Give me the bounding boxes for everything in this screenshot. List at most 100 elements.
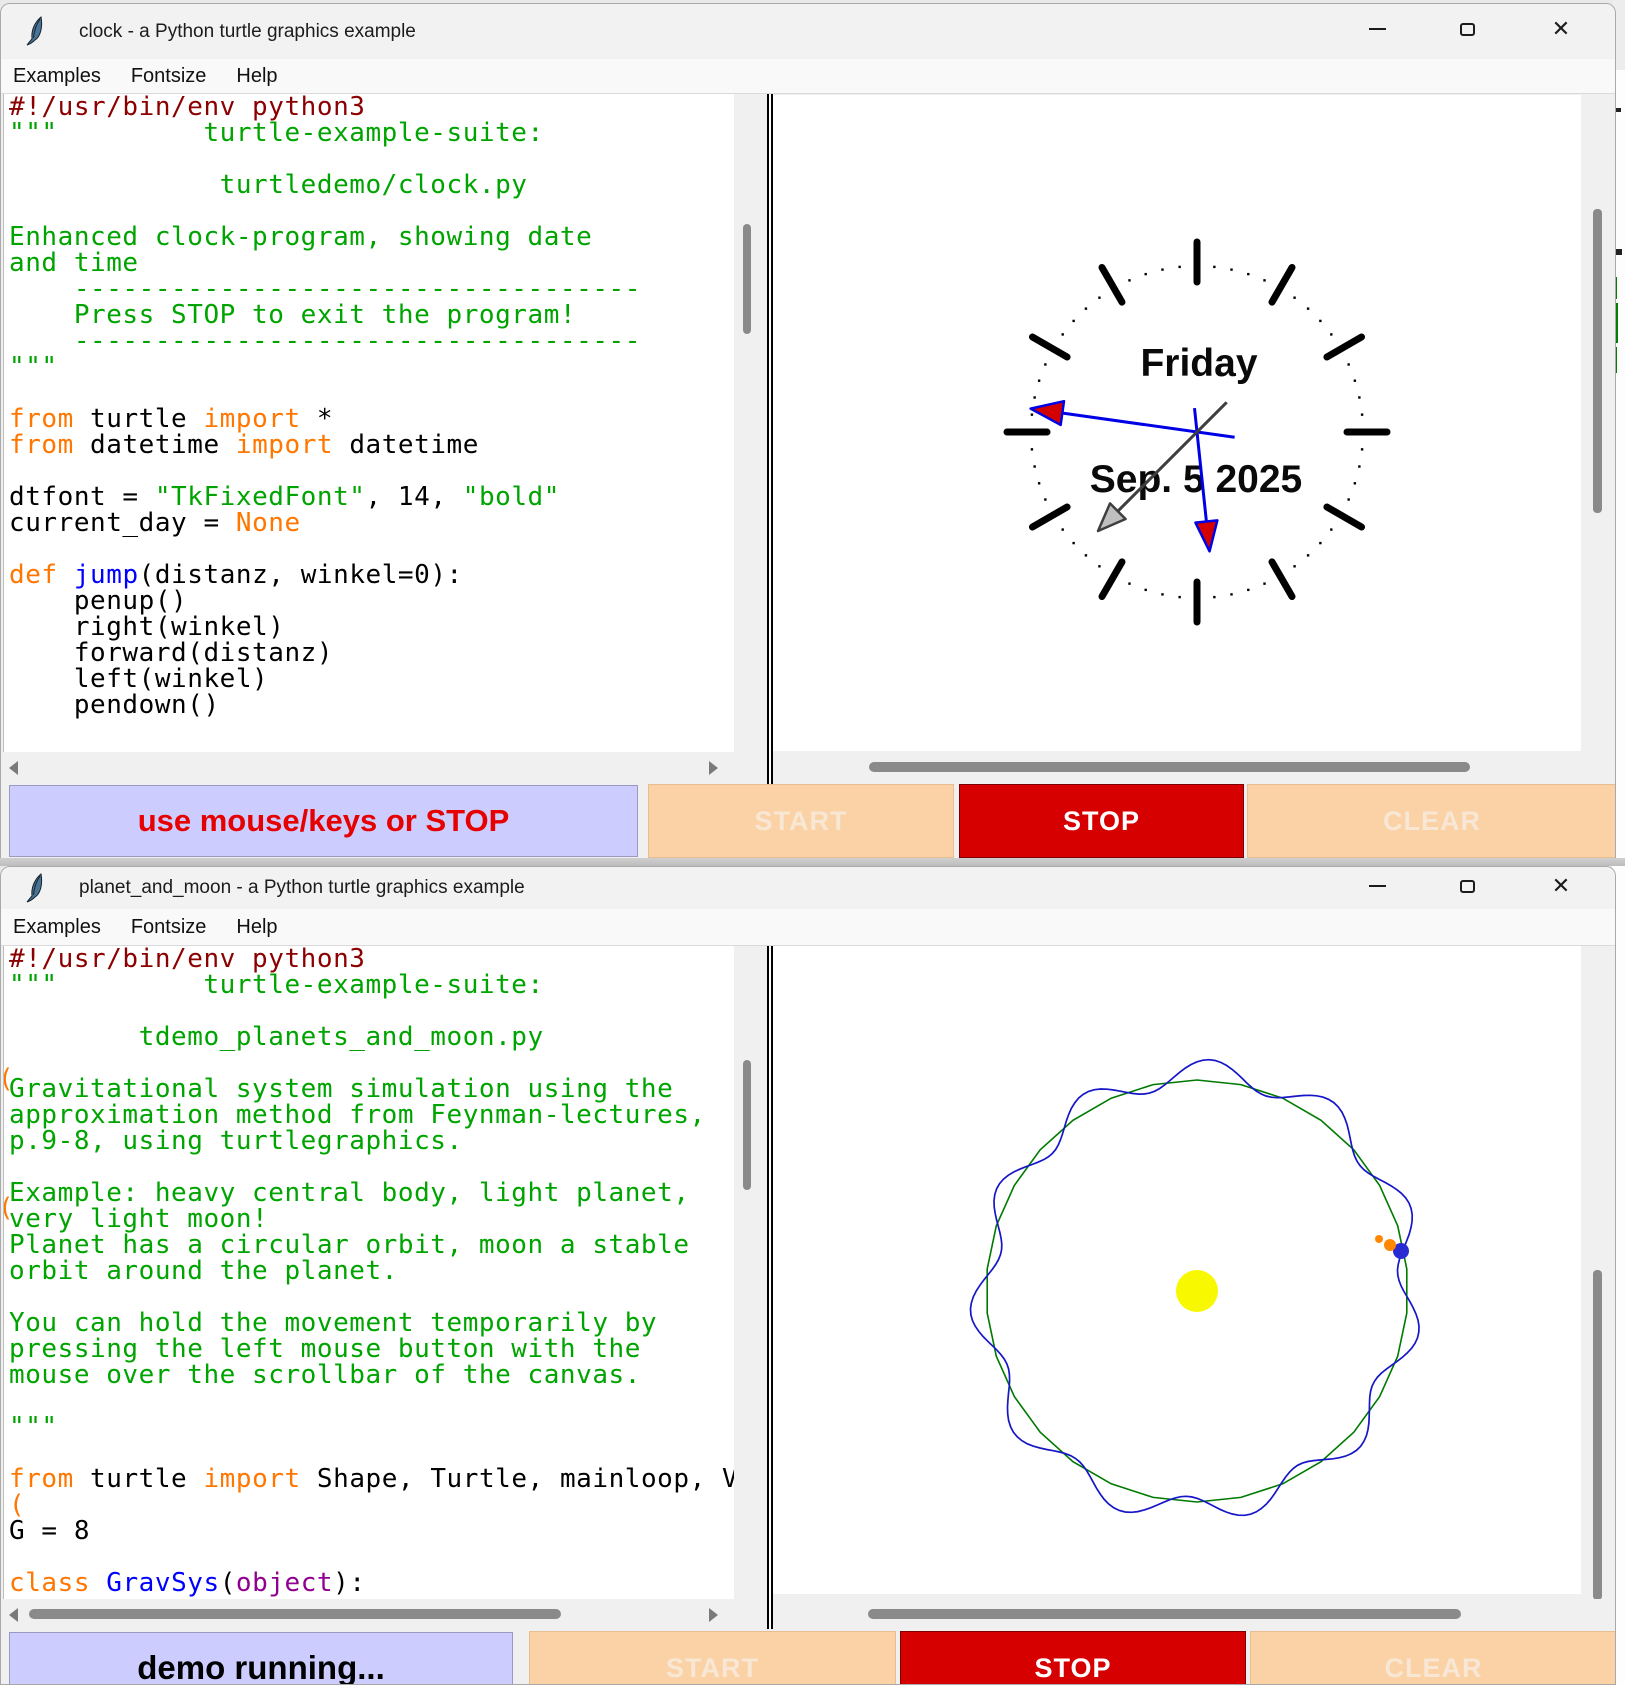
scroll-thumb[interactable] bbox=[1593, 209, 1602, 513]
code-line: from datetime import datetime bbox=[4, 432, 734, 458]
menu-fontsize[interactable]: Fontsize bbox=[131, 65, 207, 88]
stop-button[interactable]: STOP bbox=[900, 1631, 1246, 1685]
menu-help[interactable]: Help bbox=[236, 65, 277, 88]
status-message: use mouse/keys or STOP bbox=[9, 785, 638, 857]
minimize-button[interactable] bbox=[1354, 869, 1400, 903]
clear-button[interactable]: CLEAR bbox=[1250, 1631, 1616, 1685]
scroll-thumb[interactable] bbox=[743, 224, 751, 334]
scroll-thumb[interactable] bbox=[743, 1060, 751, 1190]
minute-dot bbox=[1361, 413, 1363, 415]
turtle-canvas-clock[interactable]: FridaySep. 5 2025 bbox=[773, 95, 1581, 751]
code-line: """ bbox=[4, 354, 734, 380]
canvas-horizontal-scrollbar[interactable] bbox=[773, 1599, 1616, 1629]
canvas-vertical-scrollbar[interactable] bbox=[1581, 94, 1616, 784]
minute-dot bbox=[1213, 596, 1215, 598]
code-view[interactable]: #!/usr/bin/env python3""" turtle-example… bbox=[3, 946, 734, 1599]
control-bar: demo running... STARTSTOPCLEAR bbox=[1, 1631, 1615, 1685]
minute-dot bbox=[1128, 582, 1130, 584]
titlebar[interactable]: planet_and_moon - a Python turtle graphi… bbox=[1, 867, 1615, 909]
menubar: Examples Fontsize Help bbox=[1, 909, 1615, 946]
code-line: left(winkel) bbox=[4, 666, 734, 692]
start-button[interactable]: START bbox=[529, 1631, 896, 1685]
clear-button[interactable]: CLEAR bbox=[1247, 784, 1616, 858]
control-bar: use mouse/keys or STOP STARTSTOPCLEAR bbox=[1, 784, 1615, 859]
minute-dot bbox=[1230, 593, 1232, 595]
code-line: tdemo_planets_and_moon.py bbox=[4, 1024, 734, 1050]
code-line bbox=[4, 1544, 734, 1570]
code-line: Planet has a circular orbit, moon a stab… bbox=[4, 1232, 734, 1258]
menu-fontsize[interactable]: Fontsize bbox=[131, 916, 207, 939]
menu-examples[interactable]: Examples bbox=[13, 65, 101, 88]
scroll-right-arrow-icon[interactable] bbox=[709, 1608, 718, 1622]
minute-dot bbox=[1031, 413, 1033, 415]
close-button[interactable]: ✕ bbox=[1538, 12, 1584, 46]
minute-dot bbox=[1307, 307, 1309, 309]
code-line: approximation method from Feynman-lectur… bbox=[4, 1102, 734, 1128]
minute-dot bbox=[1085, 307, 1087, 309]
window-planet-and-moon: planet_and_moon - a Python turtle graphi… bbox=[0, 866, 1616, 1685]
start-button[interactable]: START bbox=[648, 784, 954, 858]
hour-tick bbox=[1272, 267, 1292, 302]
code-line: ----------------------------------- bbox=[4, 328, 734, 354]
hour-hand-arrowhead bbox=[1031, 401, 1064, 425]
scroll-thumb[interactable] bbox=[869, 762, 1470, 772]
code-line: right(winkel) bbox=[4, 614, 734, 640]
minute-dot bbox=[1347, 498, 1349, 500]
code-vertical-scrollbar[interactable] bbox=[734, 94, 768, 752]
scroll-thumb[interactable] bbox=[29, 1609, 561, 1619]
code-vertical-scrollbar[interactable] bbox=[734, 946, 768, 1599]
code-horizontal-scrollbar[interactable] bbox=[1, 752, 734, 784]
menu-help[interactable]: Help bbox=[236, 916, 277, 939]
scroll-thumb[interactable] bbox=[868, 1609, 1461, 1619]
maximize-button[interactable] bbox=[1444, 12, 1490, 46]
scroll-right-arrow-icon[interactable] bbox=[709, 761, 718, 775]
code-line: Example: heavy central body, light plane… bbox=[4, 1180, 734, 1206]
close-button[interactable]: ✕ bbox=[1538, 869, 1584, 903]
code-line: pendown() bbox=[4, 692, 734, 718]
code-line: #!/usr/bin/env python3 bbox=[4, 946, 734, 972]
maximize-icon bbox=[1460, 880, 1475, 893]
canvas-horizontal-scrollbar[interactable] bbox=[773, 752, 1616, 784]
code-line: pressing the left mouse button with the bbox=[4, 1336, 734, 1362]
minimize-icon bbox=[1369, 28, 1386, 30]
maximize-button[interactable] bbox=[1444, 869, 1490, 903]
code-horizontal-scrollbar[interactable] bbox=[1, 1599, 734, 1629]
minute-dot bbox=[1263, 582, 1265, 584]
minute-dot bbox=[1354, 482, 1356, 484]
code-line: and time bbox=[4, 250, 734, 276]
code-line: from turtle import Shape, Turtle, mainlo… bbox=[4, 1466, 734, 1492]
code-line bbox=[4, 1050, 734, 1076]
minute-dot bbox=[1072, 320, 1074, 322]
turtle-canvas-orbit[interactable] bbox=[773, 946, 1581, 1594]
canvas-vertical-scrollbar[interactable] bbox=[1581, 946, 1616, 1629]
code-line: dtfont = "TkFixedFont", 14, "bold" bbox=[4, 484, 734, 510]
clock-day-label: Friday bbox=[1140, 342, 1257, 385]
code-line bbox=[4, 1388, 734, 1414]
minute-dot bbox=[1247, 273, 1249, 275]
minimize-button[interactable] bbox=[1354, 12, 1400, 46]
scroll-thumb[interactable] bbox=[1593, 1270, 1602, 1600]
minute-dot bbox=[1330, 528, 1332, 530]
stop-button[interactable]: STOP bbox=[959, 784, 1244, 858]
minute-dot bbox=[1145, 589, 1147, 591]
minute-dot bbox=[1247, 589, 1249, 591]
hour-tick bbox=[1032, 337, 1067, 357]
moon-trail bbox=[1375, 1235, 1383, 1243]
minute-dot bbox=[1319, 542, 1321, 544]
code-line: ( bbox=[4, 1492, 734, 1518]
scroll-left-arrow-icon[interactable] bbox=[9, 1608, 18, 1622]
scroll-left-arrow-icon[interactable] bbox=[9, 761, 18, 775]
code-line: class GravSys(object): bbox=[4, 1570, 734, 1596]
minute-dot bbox=[1213, 266, 1215, 268]
code-line: """ bbox=[4, 1414, 734, 1440]
minute-dot bbox=[1128, 279, 1130, 281]
code-line bbox=[4, 380, 734, 406]
minute-dot bbox=[1145, 273, 1147, 275]
code-view[interactable]: #!/usr/bin/env python3""" turtle-example… bbox=[3, 94, 734, 752]
titlebar[interactable]: clock - a Python turtle graphics example… bbox=[1, 4, 1615, 59]
code-line bbox=[4, 1154, 734, 1180]
code-line: You can hold the movement temporarily by bbox=[4, 1310, 734, 1336]
menu-examples[interactable]: Examples bbox=[13, 916, 101, 939]
minute-dot bbox=[1161, 593, 1163, 595]
minute-dot bbox=[1358, 465, 1360, 467]
